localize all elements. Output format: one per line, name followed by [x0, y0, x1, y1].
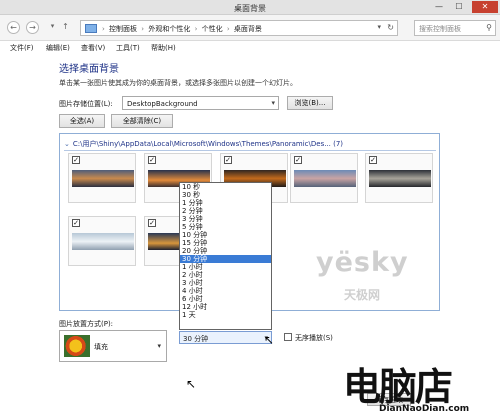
select-all-button[interactable]: 全选(A) [59, 114, 105, 128]
position-select[interactable]: 填充 ▾ [59, 330, 167, 362]
position-label: 图片放置方式(P): [59, 320, 114, 328]
wallpaper-thumbnail [72, 170, 134, 187]
location-select[interactable]: DesktopBackground ▾ [122, 96, 279, 110]
up-button[interactable]: ↑ [59, 21, 72, 34]
interval-option[interactable]: 15 分钟 [180, 239, 271, 247]
interval-option[interactable]: 2 小时 [180, 271, 271, 279]
page-title: 选择桌面背景 [59, 64, 119, 75]
shuffle-label[interactable]: 无序播放(S) [295, 333, 333, 343]
interval-option[interactable]: 6 小时 [180, 295, 271, 303]
window-title: 桌面背景 [234, 4, 266, 13]
recent-chevron-icon[interactable]: ▾ [46, 21, 59, 34]
wallpaper-thumbnail [294, 170, 356, 187]
yesky-watermark: yësky [316, 247, 409, 278]
window-titlebar: 桌面背景 — ☐ ✕ [0, 0, 500, 15]
chevron-down-icon[interactable]: ▾ [377, 23, 381, 31]
interval-option[interactable]: 1 小时 [180, 263, 271, 271]
interval-option[interactable]: 20 分钟 [180, 247, 271, 255]
tile-checkbox[interactable]: ✓ [148, 219, 156, 227]
chevron-down-icon: ▾ [157, 342, 161, 350]
search-placeholder: 搜索控制面板 [419, 25, 461, 33]
fill-preview-icon [64, 335, 90, 357]
clear-all-button[interactable]: 全部清除(C) [111, 114, 173, 128]
position-value: 填充 [94, 343, 108, 351]
menu-help[interactable]: 帮助(H) [151, 43, 176, 53]
interval-option[interactable]: 30 秒 [180, 191, 271, 199]
interval-option[interactable]: 12 小时 [180, 303, 271, 311]
interval-option[interactable]: 10 秒 [180, 183, 271, 191]
control-panel-icon [85, 24, 97, 33]
page-description: 单击某一张图片使其成为你的桌面背景，或选择多张图片以创建一个幻灯片。 [59, 79, 297, 87]
tile-checkbox[interactable]: ✓ [224, 156, 232, 164]
folder-group-header[interactable]: ⌄ C:\用户\Shiny\AppData\Local\Microsoft\Win… [64, 139, 436, 151]
tile-checkbox[interactable]: ✓ [148, 156, 156, 164]
folder-divider [64, 150, 436, 151]
search-icon[interactable]: ⚲ [486, 23, 492, 32]
wallpaper-tile[interactable]: ✓ [365, 153, 433, 203]
mouse-cursor-icon: ↖ [186, 377, 197, 391]
browse-button[interactable]: 浏览(B)... [287, 96, 333, 110]
menu-view[interactable]: 查看(V) [81, 43, 105, 53]
tile-checkbox[interactable]: ✓ [72, 219, 80, 227]
maximize-button[interactable]: ☐ [450, 1, 468, 13]
chevron-down-icon: ▾ [271, 99, 275, 107]
breadcrumb: › 控制面板 › 外观和个性化 › 个性化 › 桌面背景 [102, 25, 262, 33]
folder-path: C:\用户\Shiny\AppData\Local\Microsoft\Wind… [72, 140, 344, 148]
wallpaper-tile[interactable]: ✓ [290, 153, 358, 203]
interval-dropdown-list[interactable]: 10 秒 30 秒 1 分钟 2 分钟 3 分钟 5 分钟 10 分钟 15 分… [179, 182, 272, 330]
address-bar[interactable]: › 控制面板 › 外观和个性化 › 个性化 › 桌面背景 ▾ ↻ [80, 20, 398, 36]
tianji-watermark: 天极网 [344, 288, 381, 302]
tile-checkbox[interactable]: ✓ [72, 156, 80, 164]
interval-option[interactable]: 5 分钟 [180, 223, 271, 231]
tile-checkbox[interactable]: ✓ [294, 156, 302, 164]
wallpaper-tile[interactable]: ✓ [68, 216, 136, 266]
interval-option-selected[interactable]: 30 分钟 [180, 255, 271, 263]
interval-option[interactable]: 4 小时 [180, 287, 271, 295]
menu-file[interactable]: 文件(F) [10, 43, 34, 53]
wallpaper-tile[interactable]: ✓ [68, 153, 136, 203]
interval-option[interactable]: 1 天 [180, 311, 271, 319]
wallpaper-thumbnail [369, 170, 431, 187]
location-label: 图片存储位置(L): [59, 100, 113, 108]
diannaodian-site-text: DianNaoDian.com [379, 404, 470, 414]
breadcrumb-item[interactable]: 桌面背景 [234, 25, 262, 33]
refresh-icon[interactable]: ↻ [387, 23, 394, 32]
forward-button[interactable]: → [26, 21, 39, 34]
back-button[interactable]: ← [7, 21, 20, 34]
interval-option[interactable]: 1 分钟 [180, 199, 271, 207]
minimize-button[interactable]: — [430, 1, 448, 13]
breadcrumb-item[interactable]: 控制面板 [109, 25, 137, 33]
breadcrumb-item[interactable]: 个性化 [202, 25, 223, 33]
shuffle-checkbox[interactable] [284, 333, 292, 341]
search-input[interactable]: 搜索控制面板 ⚲ [414, 20, 496, 36]
interval-option[interactable]: 3 小时 [180, 279, 271, 287]
interval-value: 30 分钟 [183, 335, 209, 343]
diannaodian-logo: 电脑店 [343, 364, 453, 409]
menu-bar: 文件(F) 编辑(E) 查看(V) 工具(T) 帮助(H) [0, 41, 500, 54]
breadcrumb-item[interactable]: 外观和个性化 [148, 25, 190, 33]
chevron-down-icon: ⌄ [64, 140, 70, 148]
location-value: DesktopBackground [127, 100, 198, 108]
interval-option[interactable]: 10 分钟 [180, 231, 271, 239]
menu-tools[interactable]: 工具(T) [116, 43, 140, 53]
interval-option[interactable]: 2 分钟 [180, 207, 271, 215]
tile-checkbox[interactable]: ✓ [369, 156, 377, 164]
menu-edit[interactable]: 编辑(E) [46, 43, 70, 53]
wallpaper-thumbnail [72, 233, 134, 250]
interval-option[interactable]: 3 分钟 [180, 215, 271, 223]
interval-select[interactable]: 30 分钟 ▾ [179, 331, 272, 344]
navigation-bar: ← → ▾ ↑ › 控制面板 › 外观和个性化 › 个性化 › 桌面背景 ▾ ↻… [0, 15, 500, 41]
mouse-cursor-icon: ↖ [264, 333, 275, 347]
close-button[interactable]: ✕ [472, 1, 498, 13]
